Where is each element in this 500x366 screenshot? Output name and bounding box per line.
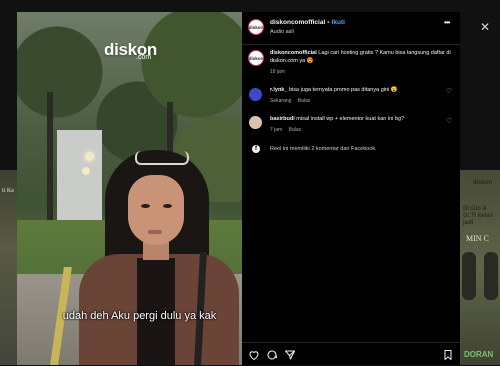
comment-meta: 18 jam	[270, 69, 290, 75]
avatar[interactable]	[249, 116, 262, 129]
background-person	[484, 252, 498, 300]
avatar[interactable]	[249, 88, 262, 101]
background-poster-left: ti Ka	[0, 170, 18, 365]
comment-body: misal install wp + elementor kuat kan in…	[296, 116, 405, 122]
comment-username[interactable]: basirbudi	[270, 116, 295, 122]
action-bar	[242, 342, 460, 366]
reply-button[interactable]: Balas	[298, 98, 311, 104]
post-author[interactable]: diskoncomofficial • Ikuti	[270, 19, 345, 26]
video-person-glasses	[135, 151, 189, 165]
video-caption: udah deh Aku pergi dulu ya kak	[62, 310, 217, 322]
comment-time: Sekarang	[270, 98, 292, 104]
video-lamp	[82, 167, 90, 175]
audio-link[interactable]: Audio asli	[270, 29, 294, 35]
bookmark-icon[interactable]	[442, 349, 454, 361]
background-left-text: ti Ka	[2, 188, 14, 194]
comment-meta: 7 jam Balas	[270, 127, 306, 133]
background-person	[462, 252, 476, 300]
background-right-text: Dr.Gio & Dr.Ti kelas jadi	[463, 206, 493, 226]
avatar[interactable]: diskon	[248, 50, 264, 66]
facebook-comments-note: Reel ini memiliki 2 komentar dari Facebo…	[270, 146, 377, 152]
facebook-icon: f	[252, 145, 260, 153]
video-person-lips	[148, 230, 162, 234]
heart-icon[interactable]	[248, 349, 260, 361]
comment-time: 7 jam	[270, 127, 283, 133]
video-person-eye	[163, 204, 172, 208]
reel-video[interactable]: diskon .com udah deh Aku pergi dulu ya k…	[17, 12, 242, 365]
avatar-text: diskon	[248, 24, 264, 30]
close-icon[interactable]: ✕	[480, 20, 490, 34]
heart-icon[interactable]: ♡	[446, 117, 452, 125]
video-logo-sub: .com	[136, 54, 152, 61]
background-poster-right: diskon Dr.Gio & Dr.Ti kelas jadi MIN C D…	[460, 170, 500, 365]
comments-panel: diskon diskoncomofficial • Ikuti Audio asl…	[242, 12, 460, 365]
post-username[interactable]: diskoncomofficial	[270, 19, 325, 26]
video-tree-trunk	[47, 92, 53, 232]
background-right-big-text: MIN C	[466, 234, 489, 243]
video-person-eye	[141, 204, 150, 208]
comment-icon[interactable]	[266, 349, 278, 361]
follow-button[interactable]: Ikuti	[332, 19, 345, 26]
background-right-logo: diskon	[473, 180, 493, 186]
separator-dot: •	[327, 19, 330, 26]
video-building	[57, 130, 102, 220]
share-icon[interactable]	[284, 349, 296, 361]
comment-username[interactable]: diskoncomofficial	[270, 50, 317, 56]
heart-icon[interactable]: ♡	[446, 87, 452, 95]
comment-body: bisa juga ternyata promo pas ditanya gin…	[288, 87, 398, 93]
comment-username[interactable]: r.lynk_	[270, 87, 287, 93]
comment-text: basirbudi misal install wp + elementor k…	[270, 115, 442, 123]
more-icon[interactable]: •••	[444, 18, 450, 27]
comment-text: diskoncomofficial Lagi cari hosting grat…	[270, 49, 452, 65]
video-lamp	[85, 152, 94, 161]
video-person-face	[128, 175, 184, 245]
comment-text: r.lynk_ bisa juga ternyata promo pas dit…	[270, 86, 442, 94]
background-right-bottom-text: DORAN	[464, 350, 494, 359]
comment-meta: Sekarang Balas	[270, 98, 315, 104]
comment-time: 18 jam	[270, 69, 286, 75]
avatar[interactable]: diskon	[248, 19, 264, 35]
reply-button[interactable]: Balas	[289, 127, 302, 133]
post-header: diskon diskoncomofficial • Ikuti Audio asl…	[242, 12, 460, 45]
avatar-text: diskon	[248, 55, 264, 61]
